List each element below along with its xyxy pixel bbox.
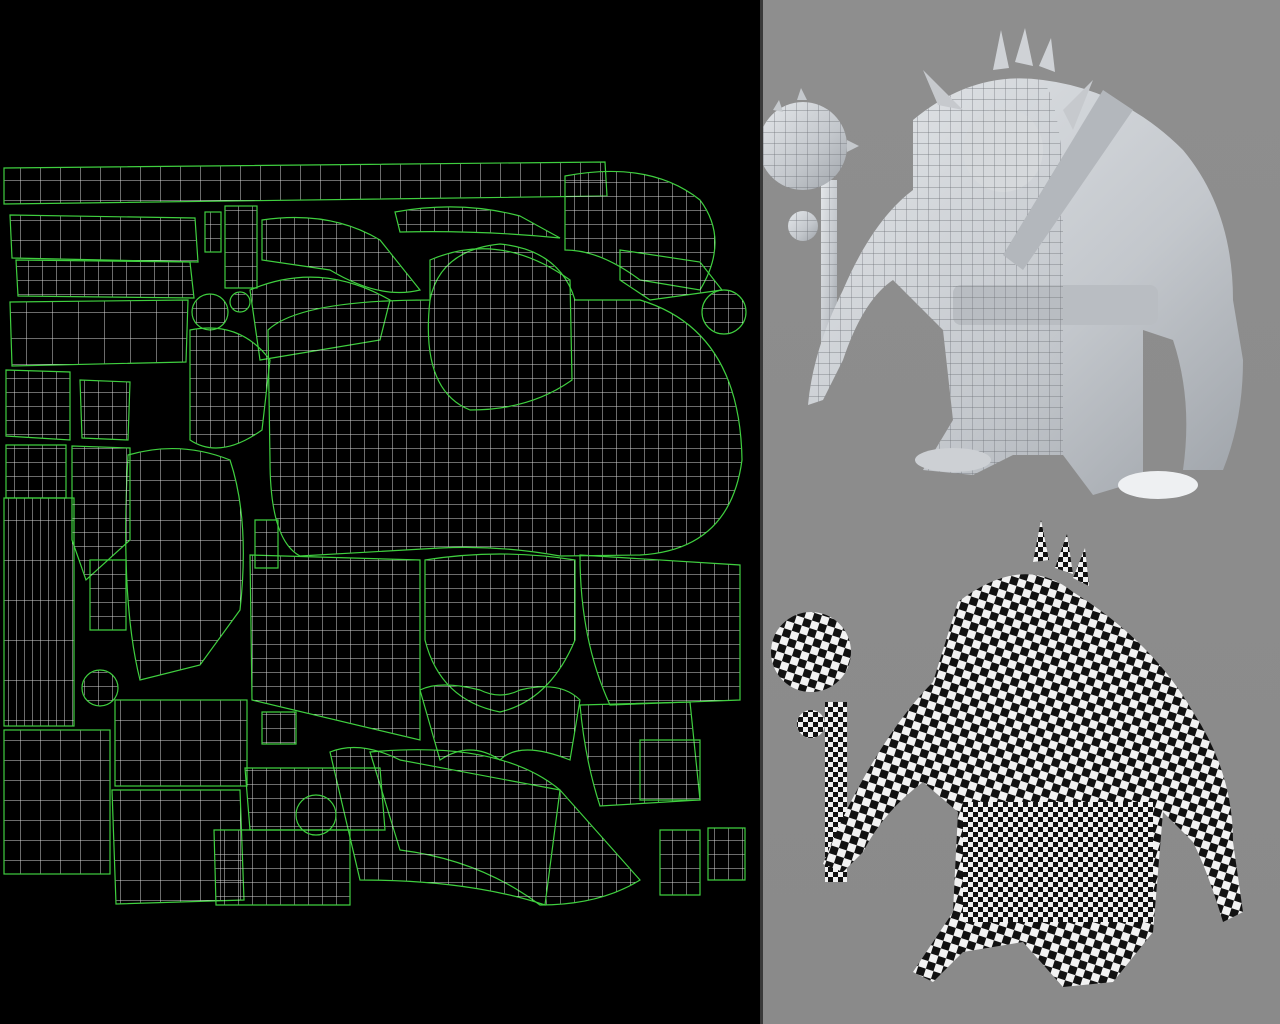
uv-island-5[interactable] [224,205,258,289]
uv-island-30[interactable] [213,829,351,906]
uv-island-10[interactable] [394,206,561,239]
uv-island-43[interactable] [261,711,297,745]
uv-island-18[interactable] [125,447,244,681]
shaded-model-render [763,28,1243,499]
uv-island-42[interactable] [254,519,279,569]
checker-texture-viewport[interactable] [763,512,1280,1024]
shaded-wireframe-viewport[interactable] [763,0,1280,512]
uv-island-39[interactable] [79,379,131,441]
uv-island-19[interactable] [3,497,75,727]
viewport-panel [763,0,1280,1024]
uv-island-41[interactable] [89,559,127,631]
uv-island-40[interactable] [5,444,67,499]
uv-island-36[interactable] [81,669,119,707]
uv-island-16[interactable] [427,248,573,411]
troll-checker [823,520,1243,987]
uv-island-38[interactable] [5,369,71,441]
uv-island-1[interactable] [3,161,608,205]
uv-island-7[interactable] [191,293,229,331]
uv-island-24[interactable] [419,684,581,761]
uv-island-6[interactable] [9,299,189,367]
uv-island-26[interactable] [3,729,111,875]
uv-island-35[interactable] [707,827,746,881]
uv-island-33[interactable] [639,739,701,801]
uv-island-23[interactable] [579,554,741,706]
uv-island-2[interactable] [9,214,199,263]
uv-layout-canvas[interactable] [0,0,760,1024]
uv-island-17[interactable] [189,327,271,449]
uv-island-8[interactable] [229,291,251,313]
uv-island-37[interactable] [295,794,337,836]
uv-island-4[interactable] [204,211,222,253]
checker-model-render [771,520,1243,987]
uv-island-13[interactable] [701,289,747,335]
troll-shaded [808,28,1243,499]
uv-editor-panel[interactable] [0,0,760,1024]
uv-island-34[interactable] [659,829,701,896]
uv-island-25[interactable] [114,699,248,787]
uv-island-3[interactable] [15,259,195,299]
